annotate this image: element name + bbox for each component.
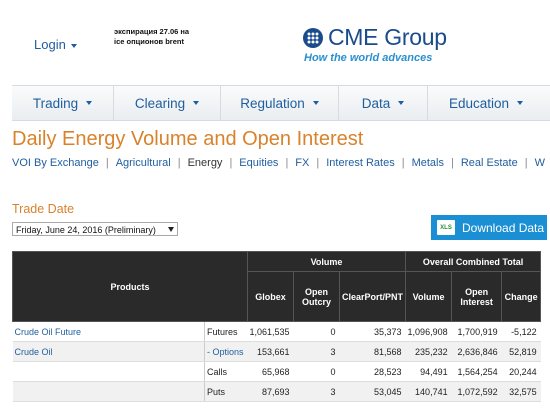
product-link[interactable]: Crude Oil xyxy=(12,341,205,362)
separator: | xyxy=(450,157,454,169)
col-group-overall: Overall Combined Total xyxy=(405,251,542,272)
chevron-down-icon xyxy=(398,101,405,105)
cell-volume: 235,232 xyxy=(405,341,452,362)
subnav-energy[interactable]: Energy xyxy=(188,157,223,169)
col-volume: Volume xyxy=(405,271,453,322)
xls-icon: XLS xyxy=(437,220,455,235)
cell-globex: 65,968 xyxy=(247,361,294,382)
separator: | xyxy=(316,157,320,169)
main-nav: Trading Clearing Regulation Data Educati… xyxy=(12,85,550,121)
cell-open-interest: 1,564,254 xyxy=(451,361,502,382)
cme-logo[interactable]: CME Group How the world advances xyxy=(302,24,447,64)
notice-line-1: экспирация 27.06 на xyxy=(114,27,190,36)
nav-regulation[interactable]: Regulation xyxy=(221,86,339,120)
chevron-down-icon xyxy=(193,101,200,105)
col-clearport: ClearPort/PNT xyxy=(339,271,407,322)
cell-globex: 1,061,535 xyxy=(247,321,294,342)
cell-clearport: 35,373 xyxy=(339,321,406,342)
nav-clearing[interactable]: Clearing xyxy=(114,86,221,120)
subnav-equities[interactable]: Equities xyxy=(239,157,278,169)
chevron-down-icon xyxy=(312,101,319,105)
separator: | xyxy=(177,157,181,169)
product-type: Calls xyxy=(204,361,248,382)
subnav-fx[interactable]: FX xyxy=(295,157,309,169)
product-type[interactable]: - Options xyxy=(204,341,248,362)
separator: | xyxy=(285,157,289,169)
cell-clearport: 53,045 xyxy=(339,381,406,402)
notice-text: экспирация 27.06 на ice опционов brent xyxy=(114,27,224,47)
cell-change: 52,819 xyxy=(501,341,541,362)
table-row: Puts 87,693 3 53,045 140,741 1,072,592 3… xyxy=(12,381,541,402)
cell-change: 20,244 xyxy=(501,361,541,382)
col-change: Change xyxy=(501,271,542,322)
subnav-metals[interactable]: Metals xyxy=(412,157,444,169)
cell-open-outcry: 0 xyxy=(293,321,340,342)
login-link[interactable]: Login xyxy=(34,37,77,52)
cell-globex: 87,693 xyxy=(247,381,294,402)
cell-globex: 153,661 xyxy=(247,341,294,362)
product-type: Futures xyxy=(204,321,248,342)
col-products: Products xyxy=(12,251,248,322)
logo-text: CME Group xyxy=(328,24,447,50)
col-group-volume: Volume xyxy=(246,251,407,272)
volume-table: Products Volume Overall Combined Total G… xyxy=(12,251,542,402)
separator: | xyxy=(401,157,405,169)
subnav-agricultural[interactable]: Agricultural xyxy=(116,157,171,169)
cell-change: -5,122 xyxy=(501,321,541,342)
cell-volume: 94,491 xyxy=(405,361,452,382)
separator: | xyxy=(229,157,233,169)
chevron-down-icon xyxy=(168,227,174,232)
cell-open-interest: 1,700,919 xyxy=(451,321,502,342)
product-type: Puts xyxy=(204,381,248,402)
subnav-interest-rates[interactable]: Interest Rates xyxy=(326,157,394,169)
cell-change: 32,575 xyxy=(501,381,541,402)
product-name xyxy=(12,381,205,402)
subnav-w[interactable]: W xyxy=(535,157,545,169)
cell-clearport: 28,523 xyxy=(339,361,406,382)
subnav-real-estate[interactable]: Real Estate xyxy=(461,157,518,169)
product-link[interactable]: Crude Oil Future xyxy=(12,321,205,342)
download-data-button[interactable]: XLS Download Data xyxy=(431,215,547,240)
col-open-outcry: Open Outcry xyxy=(293,271,341,322)
cell-open-outcry: 3 xyxy=(293,341,340,362)
notice-line-2: ice опционов brent xyxy=(114,37,184,46)
download-label: Download Data xyxy=(462,220,545,235)
cell-open-outcry: 0 xyxy=(293,361,340,382)
table-row: Calls 65,968 0 28,523 94,491 1,564,254 2… xyxy=(12,361,541,382)
col-open-interest: Open Interest xyxy=(451,271,503,322)
chevron-down-icon xyxy=(70,43,77,48)
table-row: Crude Oil - Options 153,661 3 81,568 235… xyxy=(12,341,541,362)
chevron-down-icon xyxy=(86,101,93,105)
table-row: Crude Oil Future Futures 1,061,535 0 35,… xyxy=(12,321,541,342)
sub-nav: VOI By Exchange | Agricultural | Energy | E… xyxy=(12,157,545,169)
cell-clearport: 81,568 xyxy=(339,341,406,362)
page-title: Daily Energy Volume and Open Interest xyxy=(12,128,364,150)
separator: | xyxy=(524,157,528,169)
separator: | xyxy=(105,157,109,169)
col-globex: Globex xyxy=(246,271,295,322)
cell-volume: 140,741 xyxy=(405,381,452,402)
nav-trading[interactable]: Trading xyxy=(12,86,114,120)
cell-open-interest: 1,072,592 xyxy=(451,381,502,402)
cell-open-interest: 2,636,846 xyxy=(451,341,502,362)
globe-icon xyxy=(303,27,323,48)
chevron-down-icon xyxy=(517,101,524,105)
subnav-voi-by-exchange[interactable]: VOI By Exchange xyxy=(12,157,99,169)
logo-tagline: How the world advances xyxy=(304,52,433,64)
trade-date-label: Trade Date xyxy=(12,202,75,216)
nav-data[interactable]: Data xyxy=(339,86,428,120)
nav-education[interactable]: Education xyxy=(428,86,544,120)
product-name xyxy=(12,361,205,382)
trade-date-select[interactable]: Friday, June 24, 2016 (Preliminary) xyxy=(12,222,178,236)
cell-volume: 1,096,908 xyxy=(405,321,452,342)
cell-open-outcry: 3 xyxy=(293,381,340,402)
